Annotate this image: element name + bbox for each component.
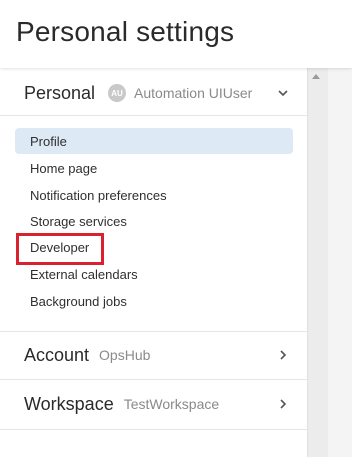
nav-item-background-jobs[interactable]: Background jobs bbox=[15, 288, 293, 314]
nav-item-storage-services[interactable]: Storage services bbox=[15, 208, 293, 234]
workspace-value: TestWorkspace bbox=[123, 396, 220, 412]
section-divider bbox=[0, 115, 307, 116]
user-name: Automation UIUser bbox=[134, 85, 253, 101]
avatar: AU bbox=[108, 84, 127, 102]
page-title: Personal settings bbox=[16, 16, 235, 47]
section-account-title: Account bbox=[24, 344, 90, 365]
chevron-down-icon[interactable] bbox=[277, 87, 289, 99]
settings-panel: Personal AU Automation UIUser Profile Ho… bbox=[0, 68, 307, 457]
scroll-up-icon[interactable] bbox=[312, 74, 320, 79]
nav-item-external-calendars[interactable]: External calendars bbox=[15, 261, 293, 287]
chevron-right-icon[interactable] bbox=[277, 398, 289, 410]
nav-item-profile[interactable]: Profile bbox=[15, 128, 293, 154]
scrollbar[interactable] bbox=[307, 68, 328, 457]
nav-item-developer[interactable]: Developer bbox=[15, 234, 293, 260]
section-workspace-header[interactable]: Workspace TestWorkspace bbox=[0, 381, 307, 427]
nav-item-label: Storage services bbox=[30, 213, 127, 229]
nav-item-label: Developer bbox=[30, 239, 90, 255]
account-value: OpsHub bbox=[99, 347, 151, 363]
section-personal-header[interactable]: Personal AU Automation UIUser bbox=[0, 70, 307, 116]
chevron-right-icon[interactable] bbox=[277, 349, 289, 361]
nav-item-home-page[interactable]: Home page bbox=[15, 155, 293, 181]
section-workspace-title: Workspace bbox=[24, 393, 114, 414]
nav-item-label: External calendars bbox=[30, 266, 138, 282]
nav-item-label: Background jobs bbox=[30, 293, 127, 309]
section-personal-title: Personal bbox=[24, 82, 96, 103]
section-divider bbox=[0, 429, 307, 430]
section-divider bbox=[0, 379, 307, 380]
nav-item-label: Notification preferences bbox=[30, 187, 167, 203]
nav-item-label: Profile bbox=[30, 133, 67, 149]
section-account-header[interactable]: Account OpsHub bbox=[0, 332, 307, 378]
nav-item-label: Home page bbox=[30, 160, 98, 176]
page-header: Personal settings bbox=[0, 0, 352, 68]
nav-item-notification-preferences[interactable]: Notification preferences bbox=[15, 182, 293, 208]
